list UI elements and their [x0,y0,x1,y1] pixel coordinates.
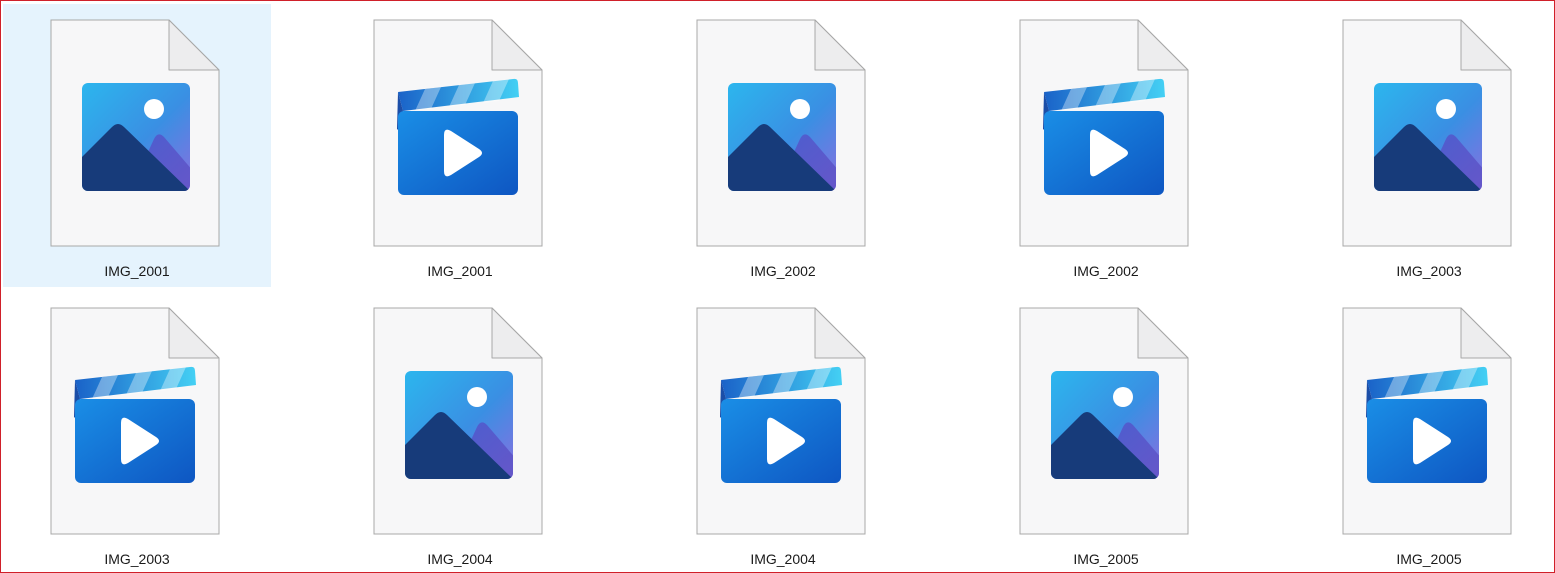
file-item[interactable]: IMG_2001 [3,4,271,287]
file-name-label: IMG_2002 [1073,263,1139,279]
file-icon-grid: IMG_2001 IMG_2001 IMG_2002 IMG_2002 IMG_… [1,1,1554,572]
image-file-icon [373,307,543,535]
file-item[interactable]: IMG_2001 [326,4,594,287]
file-item[interactable]: IMG_2003 [3,292,271,572]
video-file-icon [50,307,220,535]
file-name-label: IMG_2004 [750,551,816,567]
file-explorer-window: IMG_2001 IMG_2001 IMG_2002 IMG_2002 IMG_… [0,0,1555,573]
file-name-label: IMG_2003 [104,551,170,567]
file-name-label: IMG_2005 [1396,551,1462,567]
file-item[interactable]: IMG_2003 [1295,4,1554,287]
file-name-label: IMG_2001 [104,263,170,279]
image-file-icon [1342,19,1512,247]
file-name-label: IMG_2001 [427,263,493,279]
video-file-icon [1342,307,1512,535]
image-file-icon [1019,307,1189,535]
file-name-label: IMG_2002 [750,263,816,279]
file-name-label: IMG_2003 [1396,263,1462,279]
image-file-icon [696,19,866,247]
file-item[interactable]: IMG_2004 [649,292,917,572]
file-item[interactable]: IMG_2002 [649,4,917,287]
video-file-icon [1019,19,1189,247]
video-file-icon [373,19,543,247]
image-file-icon [50,19,220,247]
file-item[interactable]: IMG_2004 [326,292,594,572]
file-name-label: IMG_2004 [427,551,493,567]
video-file-icon [696,307,866,535]
file-name-label: IMG_2005 [1073,551,1139,567]
file-item[interactable]: IMG_2005 [972,292,1240,572]
file-item[interactable]: IMG_2005 [1295,292,1554,572]
file-item[interactable]: IMG_2002 [972,4,1240,287]
